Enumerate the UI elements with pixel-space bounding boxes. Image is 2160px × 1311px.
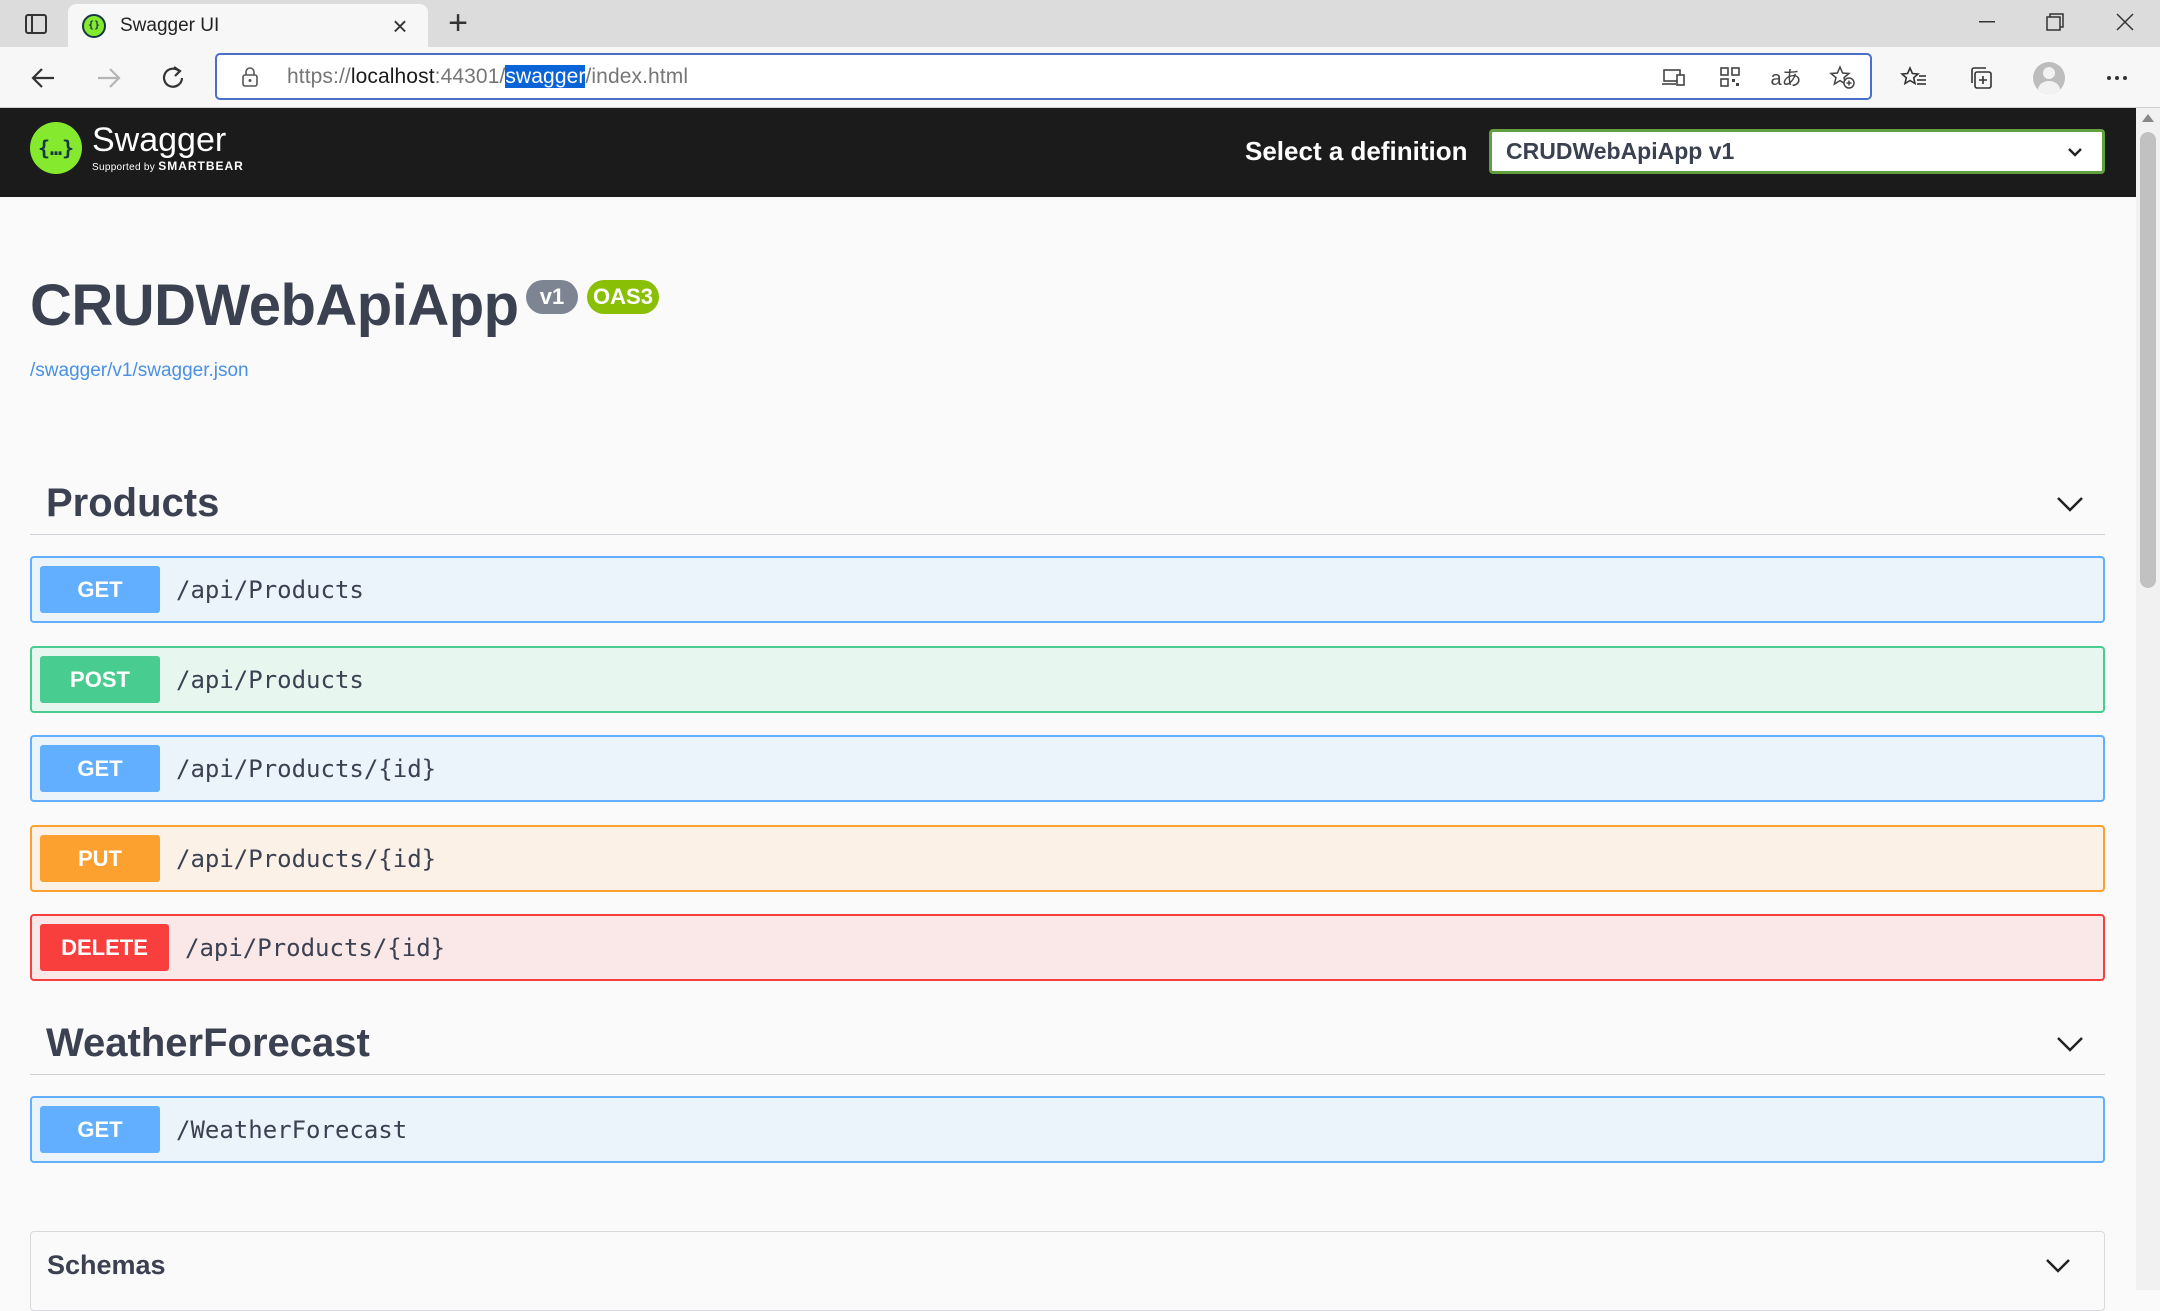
- tag-name: WeatherForecast: [46, 1021, 370, 1065]
- method-badge: PUT: [40, 835, 160, 882]
- method-badge: POST: [40, 656, 160, 703]
- method-badge: GET: [40, 745, 160, 792]
- definition-select[interactable]: CRUDWebApiApp v1: [1489, 129, 2105, 174]
- definition-select-value: CRUDWebApiApp v1: [1506, 138, 1735, 164]
- operation-get-product-by-id[interactable]: GET /api/Products/{id}: [30, 735, 2105, 802]
- favorites-icon[interactable]: [1893, 57, 1935, 99]
- spec-json-link[interactable]: /swagger/v1/swagger.json: [30, 360, 249, 382]
- logo-name: Swagger: [92, 121, 227, 159]
- tag-name: Products: [46, 481, 220, 525]
- browser-tab-swagger[interactable]: {} Swagger UI ×: [68, 4, 428, 47]
- qr-code-icon[interactable]: [1714, 61, 1746, 93]
- tag-header-weatherforecast[interactable]: WeatherForecast: [30, 1013, 2105, 1075]
- swagger-logo[interactable]: {…} Swagger Supported by SMARTBEAR: [30, 122, 244, 174]
- operation-path: /api/Products/{id}: [176, 844, 437, 873]
- swagger-favicon-icon: {}: [82, 13, 106, 38]
- operation-path: /api/Products/{id}: [185, 933, 446, 962]
- app-available-icon[interactable]: [1658, 61, 1690, 93]
- collections-icon[interactable]: [1960, 57, 2002, 99]
- operation-post-products[interactable]: POST /api/Products: [30, 646, 2105, 713]
- url-text[interactable]: https://localhost:44301/swagger/index.ht…: [287, 64, 688, 89]
- oas-badge: OAS3: [587, 280, 659, 314]
- operation-get-weatherforecast[interactable]: GET /WeatherForecast: [30, 1096, 2105, 1163]
- chevron-down-icon[interactable]: [2045, 1019, 2095, 1069]
- close-tab-icon[interactable]: ×: [386, 13, 414, 39]
- more-options-icon[interactable]: [2096, 57, 2138, 99]
- restore-icon[interactable]: [2022, 0, 2088, 44]
- operation-path: /api/Products: [176, 665, 364, 694]
- operation-put-product-by-id[interactable]: PUT /api/Products/{id}: [30, 825, 2105, 892]
- schemas-section[interactable]: Schemas: [30, 1231, 2105, 1311]
- forward-icon[interactable]: [88, 57, 130, 99]
- refresh-icon[interactable]: [152, 57, 194, 99]
- minimize-icon[interactable]: [1954, 0, 2020, 44]
- translate-icon[interactable]: aあ: [1770, 61, 1802, 93]
- api-title: CRUDWebApiApp: [30, 273, 519, 338]
- address-bar[interactable]: https://localhost:44301/swagger/index.ht…: [215, 53, 1872, 100]
- chevron-down-icon[interactable]: [2036, 1244, 2080, 1288]
- swagger-logo-icon: {…}: [30, 122, 82, 174]
- chevron-down-icon: [2062, 139, 2088, 165]
- add-favorite-icon[interactable]: [1826, 61, 1858, 93]
- close-window-icon[interactable]: [2092, 0, 2158, 44]
- avatar: [2033, 62, 2065, 94]
- tab-actions-icon[interactable]: [18, 8, 54, 40]
- browser-toolbar: https://localhost:44301/swagger/index.ht…: [0, 47, 2160, 108]
- new-tab-icon[interactable]: +: [440, 6, 476, 42]
- schemas-title: Schemas: [47, 1250, 166, 1280]
- lock-icon[interactable]: [239, 66, 261, 88]
- method-badge: GET: [40, 1106, 160, 1153]
- operation-path: /api/Products: [176, 575, 364, 604]
- scroll-up-icon[interactable]: [2142, 114, 2154, 122]
- operation-path: /WeatherForecast: [176, 1115, 408, 1144]
- tab-title: Swagger UI: [120, 14, 220, 36]
- definition-label: Select a definition: [1245, 136, 1468, 166]
- operation-delete-product-by-id[interactable]: DELETE /api/Products/{id}: [30, 914, 2105, 981]
- scroll-thumb[interactable]: [2140, 132, 2156, 588]
- tag-header-products[interactable]: Products: [30, 473, 2105, 535]
- method-badge: GET: [40, 566, 160, 613]
- browser-tab-bar: {} Swagger UI × +: [0, 0, 2160, 47]
- operation-get-products[interactable]: GET /api/Products: [30, 556, 2105, 623]
- swagger-topbar: {…} Swagger Supported by SMARTBEAR Selec…: [0, 108, 2136, 197]
- page-scrollbar[interactable]: [2136, 108, 2160, 1290]
- back-icon[interactable]: [22, 57, 64, 99]
- method-badge: DELETE: [40, 924, 169, 971]
- operation-path: /api/Products/{id}: [176, 754, 437, 783]
- logo-supported-by: Supported by SMARTBEAR: [92, 159, 244, 173]
- profile-avatar[interactable]: [2028, 57, 2070, 99]
- version-badge: v1: [526, 280, 578, 314]
- chevron-down-icon[interactable]: [2045, 479, 2095, 529]
